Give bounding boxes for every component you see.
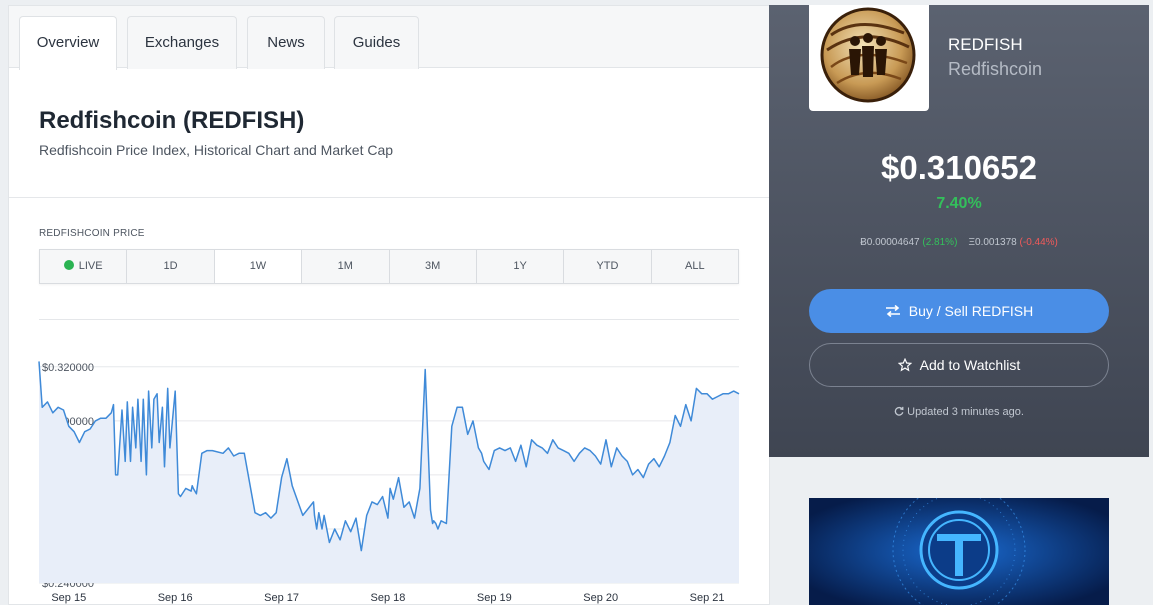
- price-chart[interactable]: $0.320000$0.300000$0.280000$0.260000$0.2…: [9, 336, 769, 605]
- price-change-24h: 7.40%: [936, 195, 982, 212]
- refresh-icon: [894, 406, 907, 418]
- star-outline-icon: [897, 344, 912, 386]
- y-tick-label: $0.320000: [42, 362, 94, 374]
- chart-separator: [39, 319, 739, 320]
- tab-exchanges[interactable]: Exchanges: [127, 16, 237, 69]
- x-tick-label: Sep 20: [583, 592, 618, 604]
- range-1m[interactable]: 1M: [302, 250, 390, 283]
- add-to-watchlist-button[interactable]: Add to Watchlist: [809, 343, 1109, 387]
- x-tick-label: Sep 18: [370, 592, 405, 604]
- range-all[interactable]: ALL: [652, 250, 738, 283]
- x-tick-label: Sep 15: [51, 592, 86, 604]
- btc-price: Ƀ0.00004647: [860, 237, 920, 248]
- tab-overview[interactable]: Overview: [19, 16, 117, 70]
- x-tick-label: Sep 16: [158, 592, 193, 604]
- range-1d[interactable]: 1D: [127, 250, 215, 283]
- coin-logo: [809, 5, 929, 111]
- live-dot-icon: [63, 260, 74, 270]
- btc-change: (2.81%): [922, 237, 958, 248]
- page-title: Redfishcoin (REDFISH): [39, 107, 305, 134]
- x-tick-label: Sep 17: [264, 592, 299, 604]
- range-live[interactable]: LIVE: [40, 250, 128, 283]
- price-area: [39, 361, 739, 583]
- price-section-label: REDFISHCOIN PRICE: [39, 228, 145, 239]
- exchange-arrows-icon: [885, 289, 901, 333]
- tab-news[interactable]: News: [247, 16, 325, 69]
- coin-summary-panel: REDFISH Redfishcoin $0.310652 7.40% Ƀ0.0…: [769, 5, 1149, 457]
- buy-sell-label: Buy / Sell REDFISH: [908, 303, 1034, 319]
- eth-price: Ξ0.001378: [968, 237, 1017, 248]
- coin-name: Redfishcoin: [948, 59, 1043, 79]
- tab-guides[interactable]: Guides: [334, 16, 419, 69]
- x-tick-label: Sep 19: [477, 592, 512, 604]
- range-1w[interactable]: 1W: [214, 250, 303, 283]
- range-3m[interactable]: 3M: [390, 250, 477, 283]
- page-subtitle: Redfishcoin Price Index, Historical Char…: [39, 142, 394, 158]
- advertisement-banner[interactable]: [809, 498, 1109, 605]
- redfish-logo-icon: [820, 7, 916, 103]
- x-tick-label: Sep 21: [690, 592, 725, 604]
- updated-status: Updated 3 minutes ago.: [769, 406, 1149, 418]
- range-1y[interactable]: 1Y: [477, 250, 565, 283]
- buy-sell-button[interactable]: Buy / Sell REDFISH: [809, 289, 1109, 333]
- cross-prices: Ƀ0.00004647 (2.81%) Ξ0.001378 (-0.44%): [769, 237, 1149, 248]
- ad-logo-icon: [809, 498, 1109, 605]
- add-to-watchlist-label: Add to Watchlist: [919, 357, 1021, 373]
- coin-symbol: REDFISH: [948, 35, 1023, 54]
- overview-panel: Overview Exchanges News Guides Redfishco…: [8, 5, 770, 605]
- time-range-selector: LIVE 1D 1W 1M 3M 1Y YTD ALL: [39, 249, 739, 284]
- current-price: $0.310652: [881, 149, 1037, 186]
- eth-change: (-0.44%): [1019, 237, 1058, 248]
- tab-bar: Overview Exchanges News Guides: [9, 6, 769, 70]
- updated-text: Updated 3 minutes ago.: [907, 406, 1024, 418]
- range-ytd[interactable]: YTD: [564, 250, 652, 283]
- range-live-label: LIVE: [78, 260, 103, 272]
- divider: [9, 197, 769, 198]
